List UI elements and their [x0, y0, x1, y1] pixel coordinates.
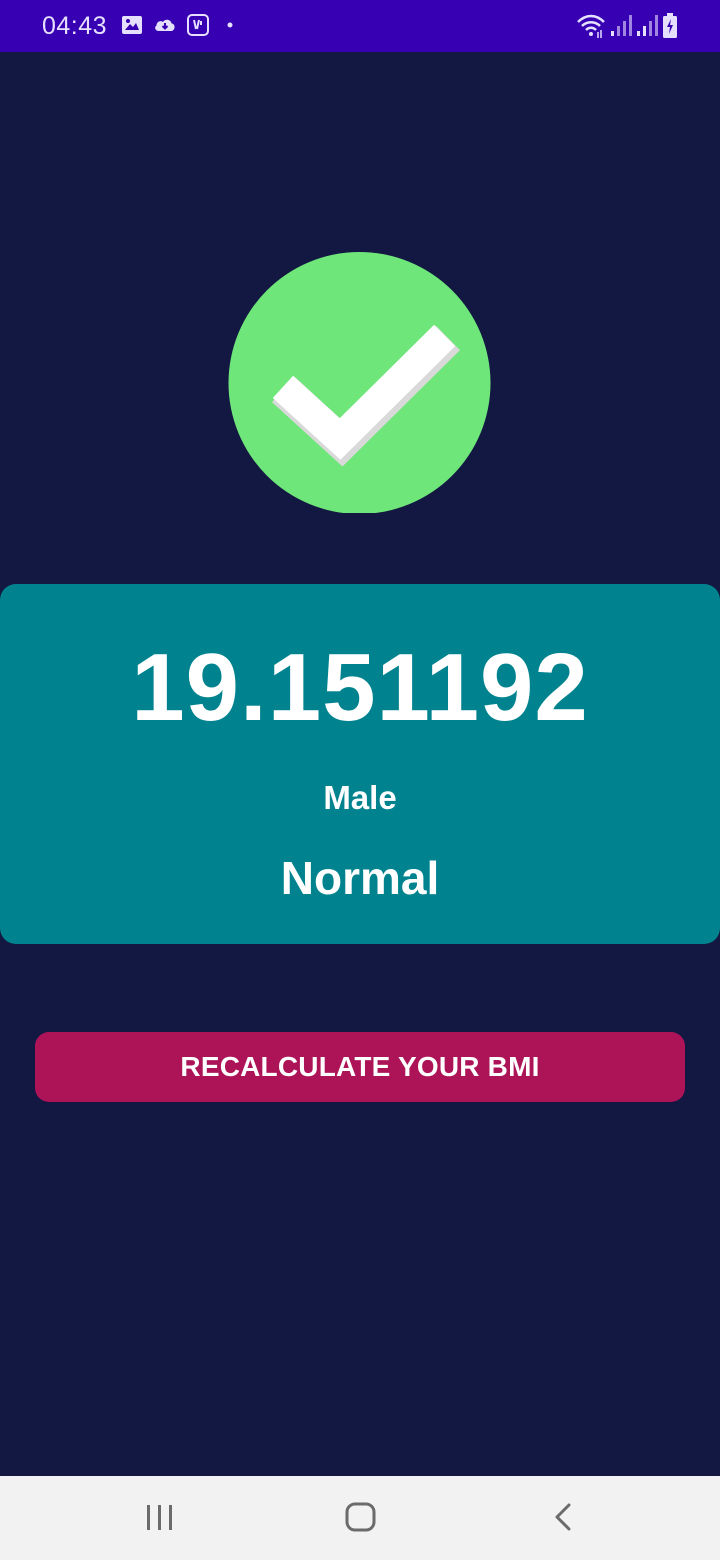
wifi-icon — [576, 13, 606, 44]
back-icon[interactable] — [502, 1476, 622, 1560]
cloud-download-icon — [152, 13, 178, 42]
gender-label: Male — [323, 779, 397, 816]
navigation-bar — [0, 1476, 720, 1560]
bmi-category: Normal — [280, 852, 440, 904]
dot-icon — [226, 13, 234, 42]
bmi-value: 19.151192 — [131, 634, 589, 741]
check-circle-icon — [228, 252, 491, 514]
battery-charging-icon — [662, 13, 678, 44]
recent-apps-icon[interactable] — [100, 1476, 220, 1560]
signal-icon — [610, 13, 632, 42]
voicemail-icon — [186, 13, 210, 42]
recalculate-button[interactable]: RECALCULATE YOUR BMI — [35, 1032, 685, 1102]
image-icon — [120, 13, 144, 42]
home-icon[interactable] — [300, 1476, 420, 1560]
signal-icon — [636, 13, 658, 42]
status-bar: 04:43 — [0, 0, 720, 52]
status-time: 04:43 — [42, 12, 108, 40]
